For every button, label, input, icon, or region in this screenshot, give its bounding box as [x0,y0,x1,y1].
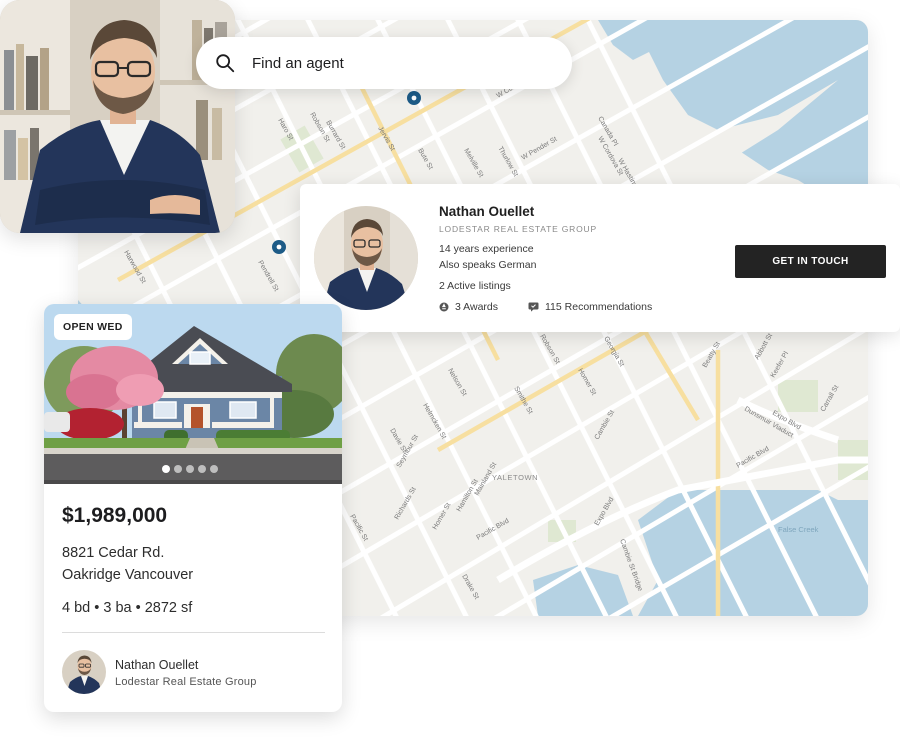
agent-card[interactable]: Nathan Ouellet LODESTAR REAL ESTATE GROU… [300,184,900,332]
agent-avatar [314,206,418,310]
search-input[interactable]: Find an agent [252,55,344,72]
award-icon [439,302,449,312]
agent-recommendations-label: 115 Recommendations [545,301,653,313]
open-house-badge: OPEN WED [54,314,132,340]
agent-awards-label: 3 Awards [455,301,498,313]
listing-address-line2: Oakridge Vancouver [62,567,194,583]
agent-experience: 14 years experience [439,243,534,255]
search-bar[interactable]: Find an agent [196,37,572,89]
listing-agent-avatar[interactable] [62,650,106,694]
area-label-yaletown: YALETOWN [492,473,538,482]
listing-agent-company: Lodestar Real Estate Group [115,676,257,688]
search-icon [216,54,235,73]
carousel-dot[interactable] [186,465,194,473]
listing-price: $1,989,000 [62,504,168,527]
agent-languages: Also speaks German [439,259,537,271]
get-in-touch-button[interactable]: GET IN TOUCH [735,245,886,278]
stage: W Cordova St Robson St Burrard St Haro S… [0,0,900,756]
carousel-dot[interactable] [174,465,182,473]
photo-carousel-dots[interactable] [162,465,218,473]
carousel-dot[interactable] [210,465,218,473]
divider [62,632,325,633]
carousel-dot[interactable] [162,465,170,473]
agent-awards: 3 Awards [439,301,498,313]
agent-photo [0,0,235,233]
listing-agent-name[interactable]: Nathan Ouellet [115,658,198,672]
agent-name[interactable]: Nathan Ouellet [439,204,534,219]
listing-address-line1: 8821 Cedar Rd. [62,545,165,561]
water-label: False Creek [778,525,819,534]
listing-specs: 4 bd • 3 ba • 2872 sf [62,600,193,616]
map-pin-icon[interactable] [407,91,421,105]
map-pin-icon[interactable] [272,240,286,254]
listing-card[interactable]: OPEN WED $1,989,000 8821 Cedar Rd. Oakri… [44,304,342,712]
agent-recommendations: 115 Recommendations [528,301,652,313]
agent-company: LODESTAR REAL ESTATE GROUP [439,224,597,234]
recommendation-icon [528,302,539,312]
carousel-dot[interactable] [198,465,206,473]
listing-photo[interactable]: OPEN WED [44,304,342,484]
agent-active-listings[interactable]: 2 Active listings [439,280,511,292]
